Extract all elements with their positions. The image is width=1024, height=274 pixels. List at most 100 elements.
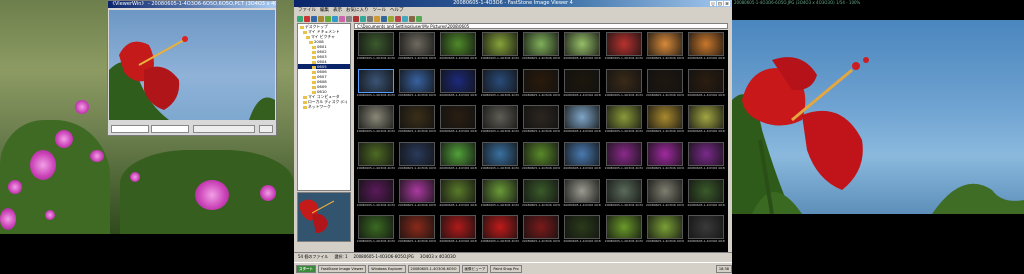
menu-help[interactable]: ヘルプ <box>390 7 404 14</box>
address-bar[interactable]: C:\Documents and Settings\user\My Pictur… <box>354 23 728 29</box>
thumbnail-item[interactable]: 20080605-1-4O3O6 4O3O3 x 3O4O3 <box>687 32 726 67</box>
folder-tree[interactable]: デスクトップ マイ ドキュメント マイ ピクチャ 2008 0601 0602 0603 06… <box>297 23 351 191</box>
thumbnail-item[interactable]: 20080605-1-4O3O6 4O3O3 x 3O4O3 <box>356 178 395 214</box>
thumbnail-item[interactable]: 20080605-1-4O3O6 4O3O3 x 3O4O3 <box>521 178 560 214</box>
toolbar-button[interactable] <box>374 15 380 22</box>
size-field[interactable] <box>151 125 189 133</box>
thumbnail-item[interactable]: 20080605-1-4O3O6 4O3O3 x 3O4O3 <box>397 32 436 67</box>
taskbar-button[interactable]: Windows Explorer <box>368 265 406 273</box>
thumbnail-item[interactable]: 20080605-1-4O3O6 4O3O3 x 3O4O3 <box>356 105 395 140</box>
thumbnail-item[interactable]: 20080605-1-4O3O6 4O3O3 x 3O4O3 <box>397 215 436 250</box>
fullscreen-image[interactable] <box>732 20 1024 214</box>
toolbar-button[interactable] <box>402 15 408 22</box>
toolbar-button[interactable] <box>416 15 422 22</box>
thumbnail-item[interactable]: 20080605-1-4O3O6 4O3O3 x 3O4O3 <box>356 142 395 177</box>
thumbnail-item[interactable]: 20080605-1-4O3O6 4O3O3 x 3O4O3 <box>563 32 602 67</box>
taskbar-button[interactable]: 20080605-1-4O3O6-6O5O <box>407 265 460 273</box>
thumbnail-item[interactable]: 20080605-1-4O3O6 4O3O3 x 3O4O3 <box>439 178 478 214</box>
ok-button[interactable] <box>259 125 273 133</box>
thumbnail-item[interactable]: 20080605-1-4O3O6 4O3O3 x 3O4O3 <box>645 68 684 104</box>
thumbnail-item[interactable]: 20080605-1-4O3O6 4O3O3 x 3O4O3 <box>604 178 643 214</box>
thumbnail-item[interactable]: 20080605-1-4O3O6 4O3O3 x 3O4O3 <box>356 215 395 250</box>
thumbnail-item[interactable]: 20080605-1-4O3O6 4O3O3 x 3O4O3 <box>397 142 436 177</box>
menu-favorites[interactable]: お気に入り <box>346 7 369 14</box>
thumbnail-caption: 20080605-1-4O3O6 4O3O3 x 3O4O3 <box>480 92 519 97</box>
thumbnail-item[interactable]: 20080605-1-4O3O6 4O3O3 x 3O4O3 <box>521 215 560 250</box>
toolbar-button[interactable] <box>381 15 387 22</box>
thumbnail-item[interactable]: 20080605-1-4O3O6 4O3O3 x 3O4O3 <box>521 105 560 140</box>
maximize-button[interactable]: □ <box>717 1 723 6</box>
thumbnail-item[interactable]: 20080605-1-4O3O6 4O3O3 x 3O4O3 <box>645 178 684 214</box>
toolbar-button[interactable] <box>318 15 324 22</box>
thumbnail-item[interactable]: 20080605-1-4O3O6 4O3O3 x 3O4O3 <box>563 178 602 214</box>
thumbnail-item[interactable]: 20080605-1-4O3O6 4O3O3 x 3O4O3 <box>645 215 684 250</box>
toolbar-button[interactable] <box>346 15 352 22</box>
thumbnail-item[interactable]: 20080605-1-4O3O6 4O3O3 x 3O4O3 <box>604 32 643 67</box>
minimize-button[interactable]: _ <box>710 1 716 6</box>
thumbnail-item[interactable]: 20080605-1-4O3O6 4O3O3 x 3O4O3 <box>604 68 643 104</box>
start-button[interactable]: スタート <box>296 265 316 273</box>
toolbar-button[interactable] <box>395 15 401 22</box>
thumbnail-item[interactable]: 20080605-1-4O3O6 4O3O3 x 3O4O3 <box>356 32 395 67</box>
toolbar-button[interactable] <box>353 15 359 22</box>
taskbar-button[interactable]: FastStone Image Viewer <box>318 265 367 273</box>
thumbnail-item[interactable]: 20080605-1-4O3O6 4O3O3 x 3O4O3 <box>604 142 643 177</box>
thumbnail-item[interactable]: 20080605-1-4O3O6 4O3O3 x 3O4O3 <box>563 68 602 104</box>
thumbnail-item[interactable]: 20080605-1-4O3O6 4O3O3 x 3O4O3 <box>480 215 519 250</box>
thumbnail-item[interactable]: 20080605-1-4O3O6 4O3O3 x 3O4O3 <box>563 105 602 140</box>
thumbnail-item[interactable]: 20080605-1-4O3O6 4O3O3 x 3O4O3 <box>687 142 726 177</box>
toolbar-button[interactable] <box>332 15 338 22</box>
image-viewer-window[interactable]: 《ViewerWin》 - 20080605-1-4O3O6-6O5O,6O5O… <box>107 0 277 136</box>
thumbnail-item[interactable]: 20080605-1-4O3O6 4O3O3 x 3O4O3 <box>397 105 436 140</box>
toolbar-button[interactable] <box>325 15 331 22</box>
thumbnail-item[interactable]: 20080605-1-4O3O6 4O3O3 x 3O4O3 <box>645 32 684 67</box>
thumbnail-item[interactable]: 20080605-1-4O3O6 4O3O3 x 3O4O3 <box>439 68 478 104</box>
taskbar-button[interactable]: Paint Shop Pro <box>490 265 522 273</box>
toolbar-button[interactable] <box>297 15 303 22</box>
thumbnail-item[interactable]: 20080605-1-4O3O6 4O3O3 x 3O4O3 <box>604 215 643 250</box>
thumbnail-item[interactable]: 20080605-1-4O3O6 4O3O3 x 3O4O3 <box>687 178 726 214</box>
thumbnail-item[interactable]: 20080605-1-4O3O6 4O3O3 x 3O4O3 <box>645 142 684 177</box>
navigation-buttons[interactable] <box>193 125 255 133</box>
thumbnail-item[interactable]: 20080605-1-4O3O6 4O3O3 x 3O4O3 <box>439 142 478 177</box>
thumbnail-item[interactable]: 20080605-1-4O3O6 4O3O3 x 3O4O3 <box>480 68 519 104</box>
zoom-field[interactable] <box>111 125 149 133</box>
thumbnail-item[interactable]: 20080605-1-4O3O6 4O3O3 x 3O4O3 <box>521 32 560 67</box>
thumbnail-item[interactable]: 20080605-1-4O3O6 4O3O3 x 3O4O3 <box>687 68 726 104</box>
menu-file[interactable]: ファイル <box>298 7 316 14</box>
close-button[interactable]: × <box>724 1 730 6</box>
toolbar-button[interactable] <box>339 15 345 22</box>
menu-edit[interactable]: 編集 <box>320 7 329 14</box>
thumbnail-item[interactable]: 20080605-1-4O3O6 4O3O3 x 3O4O3 <box>480 32 519 67</box>
thumbnail-item[interactable]: 20080605-1-4O3O6 4O3O3 x 3O4O3 <box>356 68 395 104</box>
toolbar-button[interactable] <box>360 15 366 22</box>
thumbnail-item[interactable]: 20080605-1-4O3O6 4O3O3 x 3O4O3 <box>439 32 478 67</box>
toolbar-button[interactable] <box>409 15 415 22</box>
thumbnail-item[interactable]: 20080605-1-4O3O6 4O3O3 x 3O4O3 <box>645 105 684 140</box>
taskbar-button[interactable]: 画像ビューア <box>461 265 489 273</box>
thumbnail-item[interactable]: 20080605-1-4O3O6 4O3O3 x 3O4O3 <box>397 178 436 214</box>
tree-node[interactable]: ネットワーク <box>298 104 350 109</box>
thumbnail-item[interactable]: 20080605-1-4O3O6 4O3O3 x 3O4O3 <box>397 68 436 104</box>
menu-tools[interactable]: ツール <box>373 7 387 14</box>
thumbnail-item[interactable]: 20080605-1-4O3O6 4O3O3 x 3O4O3 <box>439 105 478 140</box>
toolbar-button[interactable] <box>304 15 310 22</box>
menu-view[interactable]: 表示 <box>333 7 342 14</box>
toolbar-button[interactable] <box>388 15 394 22</box>
thumbnail-item[interactable]: 20080605-1-4O3O6 4O3O3 x 3O4O3 <box>521 68 560 104</box>
thumbnail-item[interactable]: 20080605-1-4O3O6 4O3O3 x 3O4O3 <box>480 142 519 177</box>
browser-title-bar[interactable]: 20080605-1-4O3O6 - FastStone Image Viewe… <box>294 0 732 7</box>
thumbnail-item[interactable]: 20080605-1-4O3O6 4O3O3 x 3O4O3 <box>439 215 478 250</box>
thumbnail-item[interactable]: 20080605-1-4O3O6 4O3O3 x 3O4O3 <box>687 105 726 140</box>
thumbnail-item[interactable]: 20080605-1-4O3O6 4O3O3 x 3O4O3 <box>480 105 519 140</box>
thumbnail-item[interactable]: 20080605-1-4O3O6 4O3O3 x 3O4O3 <box>480 178 519 214</box>
viewer-title-bar[interactable]: 《ViewerWin》 - 20080605-1-4O3O6-6O5O,6O5O… <box>108 1 276 8</box>
thumbnail-item[interactable]: 20080605-1-4O3O6 4O3O3 x 3O4O3 <box>687 215 726 250</box>
thumbnail-item[interactable]: 20080605-1-4O3O6 4O3O3 x 3O4O3 <box>521 142 560 177</box>
thumbnail-item[interactable]: 20080605-1-4O3O6 4O3O3 x 3O4O3 <box>563 215 602 250</box>
toolbar-button[interactable] <box>367 15 373 22</box>
viewer-image[interactable] <box>109 10 275 120</box>
toolbar-button[interactable] <box>311 15 317 22</box>
thumbnail-item[interactable]: 20080605-1-4O3O6 4O3O3 x 3O4O3 <box>563 142 602 177</box>
thumbnail-item[interactable]: 20080605-1-4O3O6 4O3O3 x 3O4O3 <box>604 105 643 140</box>
